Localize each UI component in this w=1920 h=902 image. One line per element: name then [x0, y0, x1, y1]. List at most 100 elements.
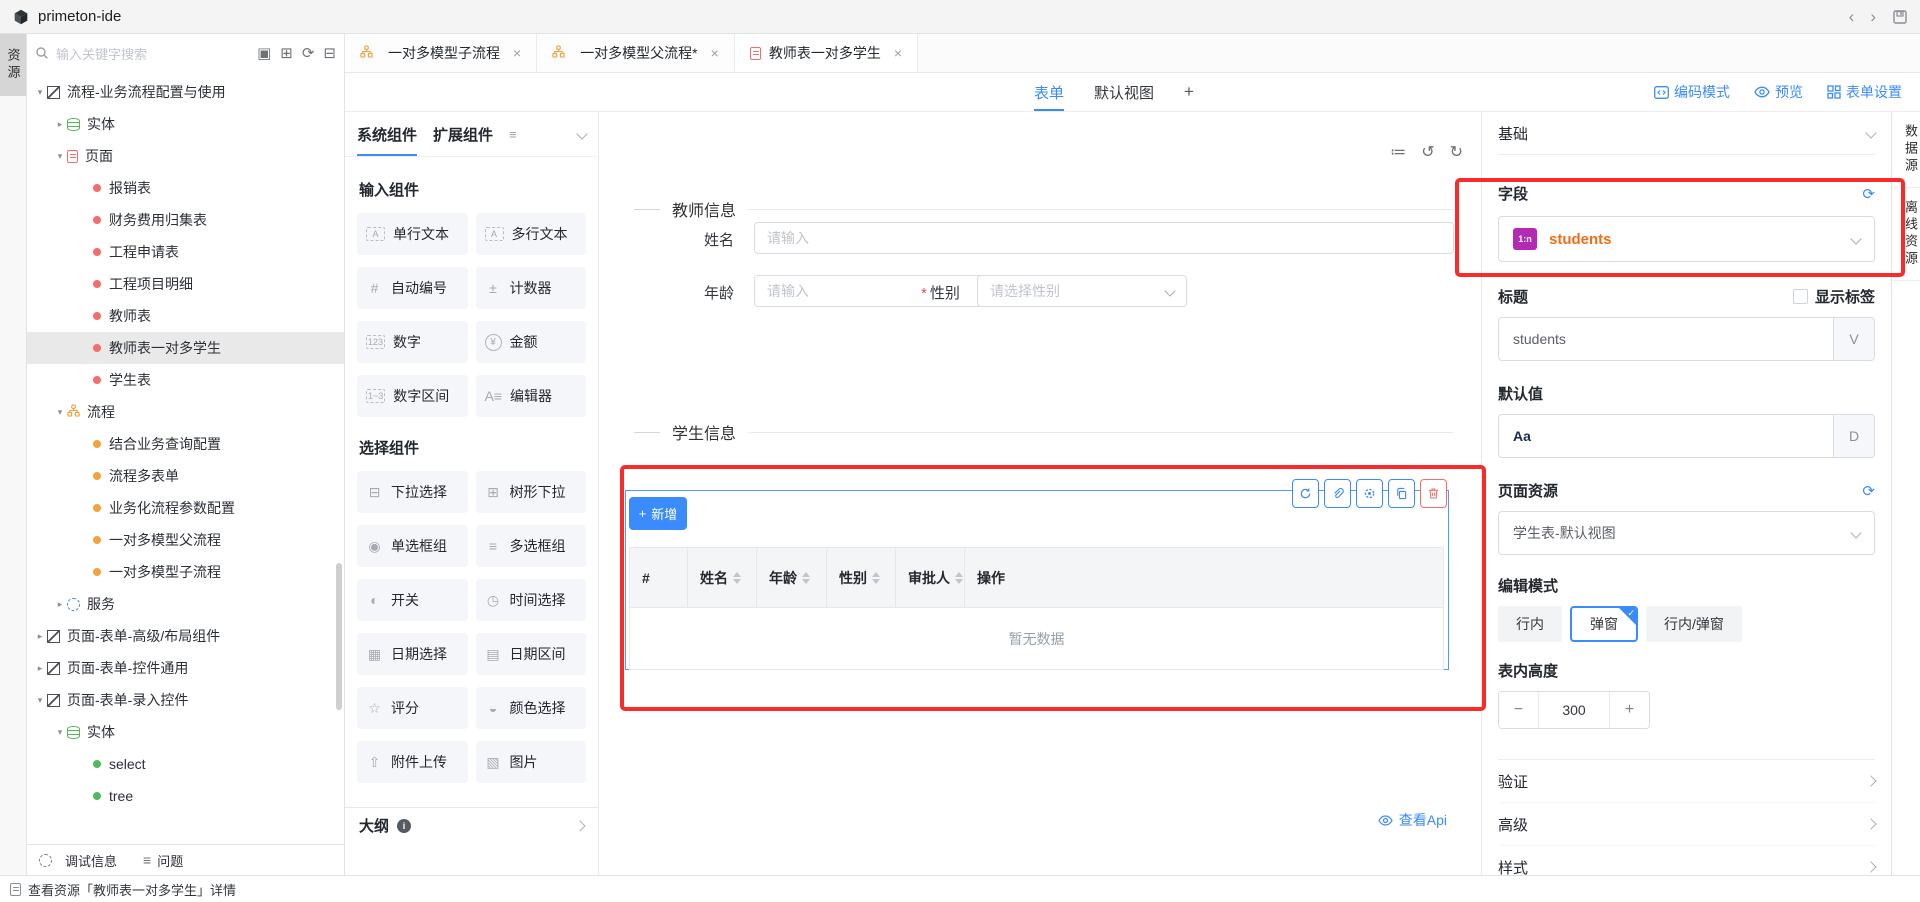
checkbox-icon[interactable]	[1793, 289, 1808, 304]
link-button[interactable]	[1324, 479, 1351, 508]
component-card[interactable]: A单行文本	[357, 213, 468, 255]
expand-arrow-icon[interactable]: ▾	[33, 87, 47, 98]
expand-arrow-icon[interactable]: ▾	[53, 407, 67, 418]
component-card[interactable]: A多行文本	[476, 213, 587, 255]
collapse-arrow-icon[interactable]: ▸	[53, 119, 67, 130]
outline-tree-icon[interactable]: ≔	[1390, 142, 1406, 162]
tree-item[interactable]: ▸页面-表单-高级/布局组件	[27, 620, 344, 652]
component-card[interactable]: #自动编号	[357, 267, 468, 309]
component-card[interactable]: ¥金额	[476, 321, 587, 363]
nav-forward-icon[interactable]: ›	[1870, 8, 1876, 25]
view-tab[interactable]: 表单	[1034, 73, 1064, 111]
show-label-toggle[interactable]: 显示标签	[1793, 286, 1875, 307]
tree-item[interactable]: 流程多表单	[27, 460, 344, 492]
file-tab[interactable]: 一对多模型子流程×	[345, 34, 537, 72]
collapsed-section[interactable]: 验证	[1498, 760, 1875, 803]
tree-item[interactable]: 结合业务查询配置	[27, 428, 344, 460]
tree-item[interactable]: 业务化流程参数配置	[27, 492, 344, 524]
column-header[interactable]: 年龄	[757, 548, 827, 607]
component-card[interactable]: ▦日期选择	[357, 633, 468, 675]
component-card[interactable]: ⊟下拉选择	[357, 471, 468, 513]
list-view-icon[interactable]: ≡	[509, 127, 517, 142]
decrement-button[interactable]: −	[1499, 692, 1538, 728]
component-card[interactable]: ▧图片	[476, 741, 587, 783]
search-input[interactable]: 输入关键字搜索	[35, 44, 251, 63]
sync-button[interactable]	[1292, 479, 1319, 508]
component-card[interactable]: ⊞树形下拉	[476, 471, 587, 513]
close-icon[interactable]: ×	[894, 45, 902, 61]
view-tab[interactable]: 默认视图	[1094, 73, 1154, 111]
resources-vertical-tab[interactable]: 资源	[0, 34, 26, 96]
table-height-value[interactable]: 300	[1538, 692, 1610, 728]
component-card[interactable]: ◷时间选择	[476, 579, 587, 621]
tree-item[interactable]: 报销表	[27, 172, 344, 204]
component-card[interactable]: 1~3数字区间	[357, 375, 468, 417]
component-card[interactable]: A≡编辑器	[476, 375, 587, 417]
tree-item[interactable]: 财务费用归集表	[27, 204, 344, 236]
component-card[interactable]: 123数字	[357, 321, 468, 363]
save-icon[interactable]	[1892, 9, 1908, 25]
collapsed-section[interactable]: 高级	[1498, 803, 1875, 846]
settings-button[interactable]	[1356, 479, 1383, 508]
file-tab[interactable]: 教师表一对多学生×	[735, 34, 918, 72]
debug-info-button[interactable]: 调试信息	[39, 851, 117, 870]
column-header[interactable]: 审批人	[896, 548, 965, 607]
expand-arrow-icon[interactable]: ▾	[53, 151, 67, 162]
gender-select[interactable]: 请选择性别	[977, 275, 1187, 307]
tree-item[interactable]: ▸服务	[27, 588, 344, 620]
right-vertical-tab[interactable]: 数据源	[1892, 112, 1920, 188]
tree-item[interactable]: ▾页面	[27, 140, 344, 172]
expand-arrow-icon[interactable]: ▾	[53, 727, 67, 738]
refresh-icon[interactable]: ⟳	[1862, 185, 1875, 203]
tree-item[interactable]: 工程申请表	[27, 236, 344, 268]
tree-item[interactable]: 一对多模型子流程	[27, 556, 344, 588]
title-input[interactable]: students V	[1498, 317, 1875, 361]
tree-item[interactable]: ▸实体	[27, 108, 344, 140]
problems-button[interactable]: ≡ 问题	[143, 851, 183, 870]
preview-button[interactable]: 预览	[1754, 82, 1803, 102]
component-card[interactable]: ◉单选框组	[357, 525, 468, 567]
component-card[interactable]: ≡多选框组	[476, 525, 587, 567]
edit-mode-option[interactable]: 行内	[1498, 606, 1562, 642]
inspector-header[interactable]: 基础	[1498, 112, 1875, 155]
edit-mode-option[interactable]: 行内/弹窗	[1646, 606, 1742, 642]
tree-item[interactable]: ▾流程	[27, 396, 344, 428]
tree-item[interactable]: 工程项目明细	[27, 268, 344, 300]
copy-button[interactable]	[1388, 479, 1415, 508]
sort-icon[interactable]	[802, 572, 810, 584]
column-header[interactable]: 姓名	[688, 548, 757, 607]
refresh-icon[interactable]: ⟳	[1862, 482, 1875, 500]
undo-icon[interactable]: ↺	[1421, 142, 1434, 162]
expand-arrow-icon[interactable]: ▾	[33, 695, 47, 706]
collapse-arrow-icon[interactable]: ▸	[33, 631, 47, 642]
add-row-button[interactable]: + 新增	[629, 497, 687, 530]
name-field-input[interactable]: 请输入	[754, 222, 1454, 254]
component-card[interactable]: ▤日期区间	[476, 633, 587, 675]
increment-button[interactable]: +	[1610, 692, 1649, 728]
chevron-down-icon[interactable]	[576, 128, 587, 139]
sort-icon[interactable]	[872, 572, 880, 584]
tree-item[interactable]: 教师表一对多学生	[27, 332, 344, 364]
code-mode-button[interactable]: 编码模式	[1654, 82, 1730, 102]
redo-icon[interactable]: ↻	[1450, 142, 1463, 162]
tree-item[interactable]: 学生表	[27, 364, 344, 396]
component-card[interactable]: ⇧附件上传	[357, 741, 468, 783]
field-select[interactable]: 1:n students	[1498, 216, 1875, 262]
tree-item[interactable]: ▸页面-表单-控件通用	[27, 652, 344, 684]
sort-icon[interactable]	[733, 572, 741, 584]
tree-item[interactable]: select	[27, 748, 344, 780]
tree-item[interactable]: 教师表	[27, 300, 344, 332]
right-vertical-tab[interactable]: 离线资源	[1892, 188, 1920, 281]
form-settings-button[interactable]: 表单设置	[1827, 82, 1902, 102]
palette-tab[interactable]: 系统组件	[357, 112, 417, 156]
variable-suffix-button[interactable]: V	[1833, 318, 1874, 360]
default-value-input[interactable]: Aa D	[1498, 414, 1875, 458]
delete-button[interactable]	[1420, 479, 1447, 508]
tree-item[interactable]: ▾实体	[27, 716, 344, 748]
tree-item[interactable]: ▾流程-业务流程配置与使用	[27, 76, 344, 108]
collapse-arrow-icon[interactable]: ▸	[53, 599, 67, 610]
default-suffix-button[interactable]: D	[1833, 415, 1874, 457]
collapse-arrow-icon[interactable]: ▸	[33, 663, 47, 674]
edit-mode-option[interactable]: 弹窗✓	[1570, 606, 1638, 642]
close-icon[interactable]: ×	[513, 45, 521, 61]
